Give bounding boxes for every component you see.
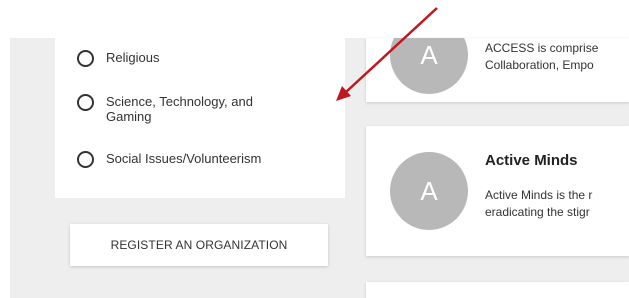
organization-name: Active Minds: [485, 152, 578, 169]
filter-option-religious[interactable]: Religious: [77, 50, 321, 67]
avatar: A: [390, 152, 468, 230]
organization-description: ACCESS is comprise Collaboration, Empo: [485, 41, 599, 72]
filter-option-science-technology-gaming[interactable]: Science, Technology, and Gaming: [77, 94, 321, 124]
organization-card-partial[interactable]: [366, 282, 629, 298]
category-filter-panel: Religious Science, Technology, and Gamin…: [55, 38, 345, 198]
filter-option-label: Science, Technology, and Gaming: [106, 94, 253, 124]
organization-description: Active Minds is the r eradicating the st…: [485, 188, 593, 219]
radio-button[interactable]: [77, 50, 94, 67]
filter-option-label: Social Issues/Volunteerism: [106, 151, 262, 166]
organization-card-active-minds[interactable]: A Active Minds Active Minds is the r era…: [366, 126, 629, 256]
filter-option-social-issues[interactable]: Social Issues/Volunteerism: [77, 151, 321, 168]
filter-option-label: Religious: [106, 50, 160, 65]
organization-card-access[interactable]: A ACCESS is comprise Collaboration, Empo: [366, 38, 629, 102]
register-organization-button[interactable]: REGISTER AN ORGANIZATION: [70, 224, 328, 266]
radio-button[interactable]: [77, 94, 94, 111]
radio-button[interactable]: [77, 151, 94, 168]
avatar: A: [390, 38, 468, 94]
